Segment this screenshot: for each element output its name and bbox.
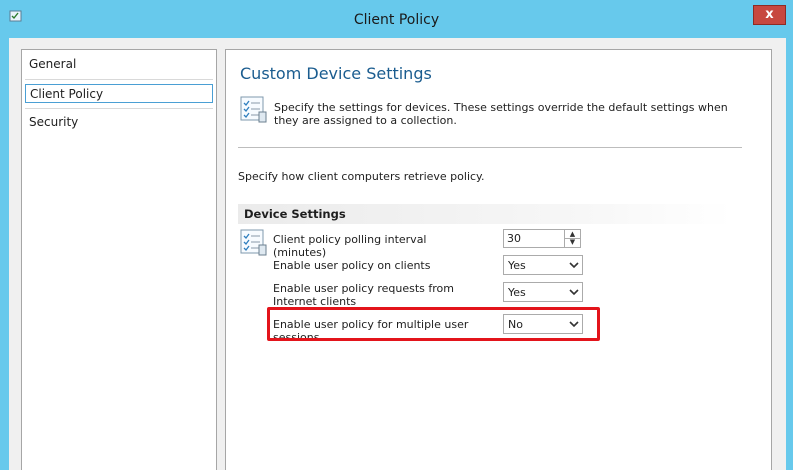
window-title: Client Policy [353, 12, 440, 28]
chevron-down-icon [569, 289, 579, 296]
close-button[interactable]: x [753, 5, 786, 25]
setting-label-polling-interval: Client policy polling interval (minutes) [273, 233, 427, 259]
device-settings-icon [240, 229, 267, 256]
nav-divider [25, 108, 213, 109]
page-description: Specify the settings for devices. These … [274, 101, 728, 127]
dialog-body: General Client Policy Security Custom De… [9, 38, 786, 470]
page-title: Custom Device Settings [240, 64, 432, 83]
settings-checklist-icon [240, 96, 267, 123]
setting-label-user-policy-clients: Enable user policy on clients [273, 259, 431, 272]
highlight-box [267, 307, 600, 341]
stepper-buttons: ▲ ▼ [564, 230, 580, 247]
polling-interval-value[interactable]: 30 [507, 232, 521, 245]
intro-text: Specify how client computers retrieve po… [238, 170, 485, 183]
user-policy-clients-dropdown[interactable]: Yes [503, 255, 583, 275]
setting-label-internet-clients: Enable user policy requests from Interne… [273, 282, 454, 308]
section-divider [238, 147, 742, 148]
navigation-pane: General Client Policy Security [21, 49, 217, 470]
nav-item-security[interactable]: Security [25, 113, 213, 132]
chevron-down-icon [569, 262, 579, 269]
nav-item-client-policy[interactable]: Client Policy [25, 84, 213, 103]
nav-divider [25, 79, 213, 80]
title-bar: Client Policy x [0, 0, 793, 38]
settings-pane: Custom Device Settings Specify the setti… [225, 49, 772, 470]
section-header: Device Settings [238, 204, 732, 224]
polling-interval-stepper[interactable]: 30 ▲ ▼ [503, 229, 581, 248]
dropdown-value: Yes [508, 286, 526, 299]
stepper-down-icon[interactable]: ▼ [565, 238, 580, 246]
dropdown-value: Yes [508, 259, 526, 272]
nav-item-general[interactable]: General [25, 55, 213, 74]
internet-clients-dropdown[interactable]: Yes [503, 282, 583, 302]
